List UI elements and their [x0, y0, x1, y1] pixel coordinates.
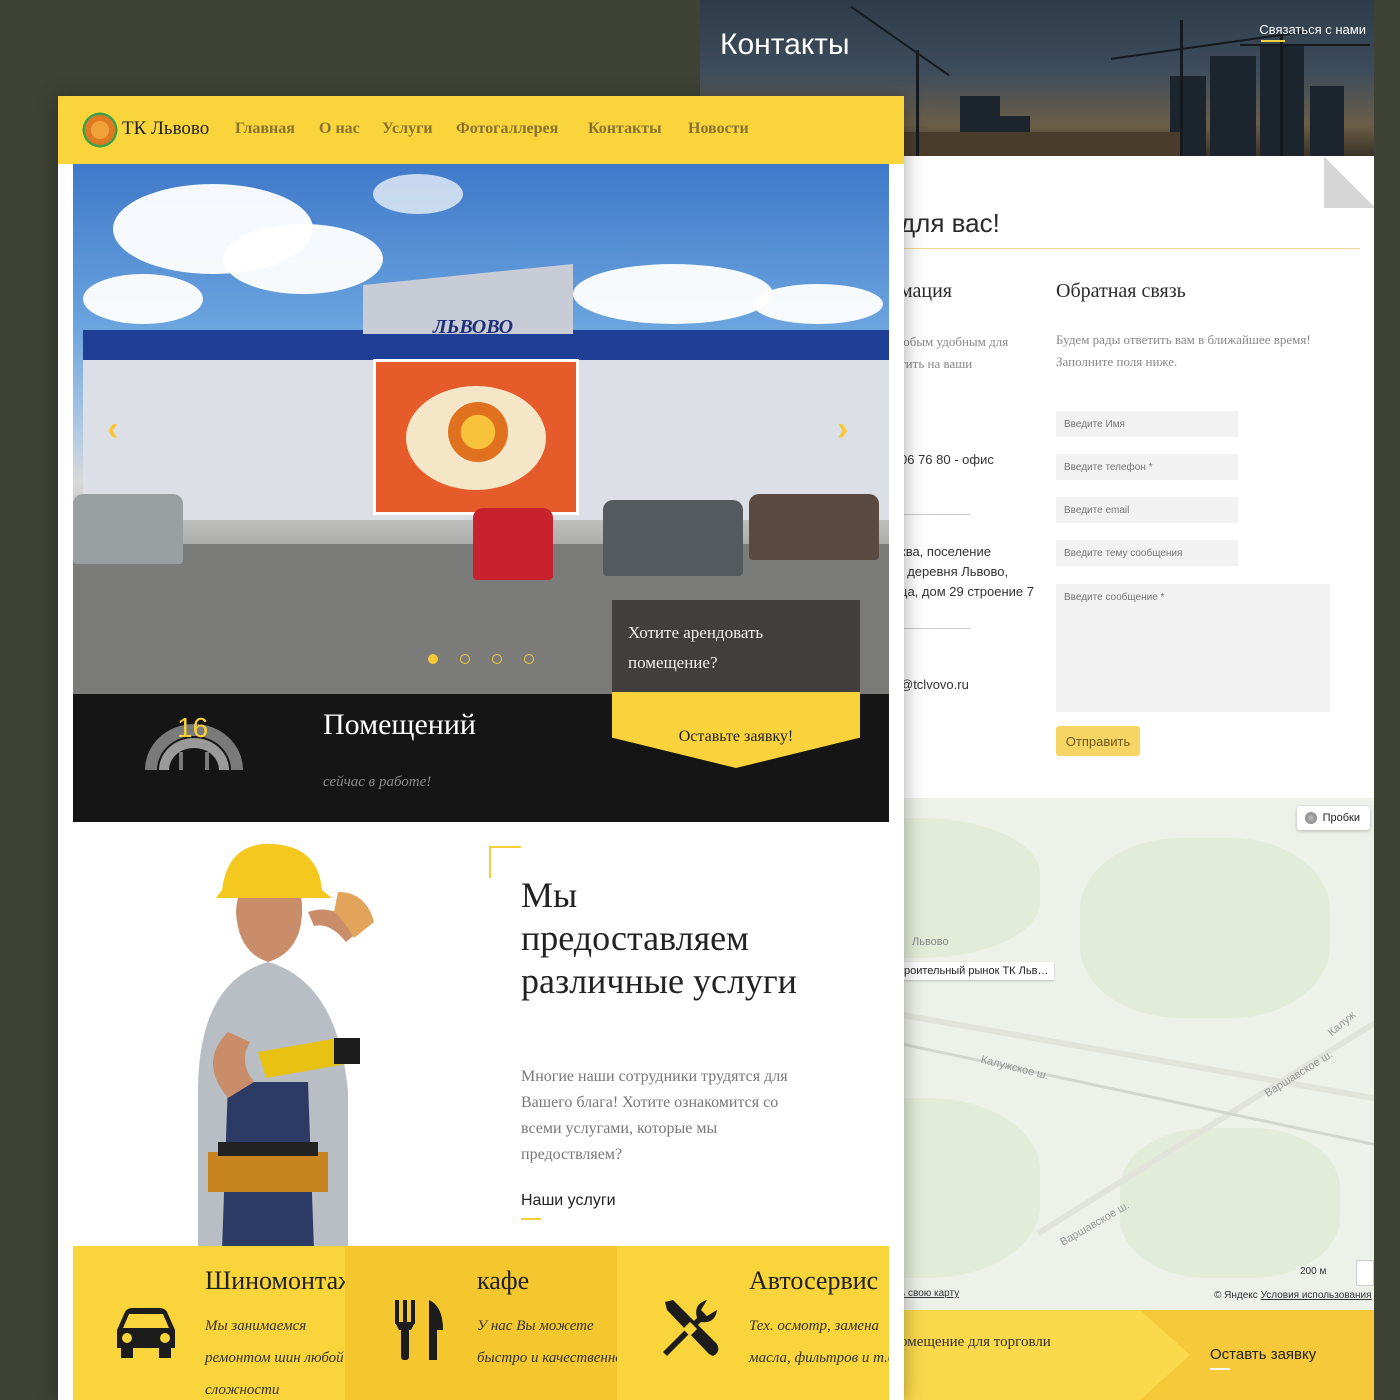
email-field[interactable]: [1056, 497, 1238, 523]
nav-item-about[interactable]: О нас: [319, 120, 360, 138]
map-copyright: © Яндекс Условия использования: [1214, 1290, 1372, 1301]
map-road-label: Калужское ш.: [979, 1053, 1050, 1083]
tools-icon: [663, 1300, 719, 1356]
traffic-icon: [1304, 812, 1317, 824]
stats-title: Помещений: [323, 708, 476, 741]
corner-decoration: [489, 846, 521, 878]
lion-mascot-icon: [448, 402, 508, 462]
nav-item-home[interactable]: Главная: [235, 120, 295, 138]
service-text: Тех. осмотр, замена масла, фильтров и т.…: [749, 1318, 889, 1366]
nav-item-news[interactable]: Новости: [688, 120, 749, 138]
info-text: юбым удобным для тить на ваши: [900, 334, 1009, 371]
logo-text[interactable]: ТК Львово: [122, 118, 209, 140]
name-field[interactable]: [1056, 411, 1238, 437]
cta-button-underline: [1210, 1368, 1230, 1370]
traffic-toggle[interactable]: Пробки: [1296, 806, 1370, 830]
our-services-link[interactable]: Наши услуги: [521, 1192, 616, 1210]
car-icon: [117, 1308, 175, 1358]
info-divider: [900, 514, 970, 515]
send-button[interactable]: Отправить: [1056, 726, 1140, 756]
banner-title: Контакты: [720, 28, 850, 61]
feedback-text: Будем рады ответить вам в ближайшее врем…: [1056, 332, 1311, 369]
service-text: Мы занимаемся ремонтом шин любой сложнос…: [205, 1318, 344, 1398]
contact-link-underline: [1261, 40, 1285, 42]
slider-prev-icon[interactable]: ‹: [107, 410, 118, 449]
rent-box: Хотите арендовать помещение?: [612, 600, 860, 692]
fork-knife-icon: [395, 1300, 443, 1360]
subject-field[interactable]: [1056, 540, 1238, 566]
create-own-map-link[interactable]: ь свою карту: [900, 1288, 959, 1299]
header-bar: ТК Львово Главная О нас Услуги Фотогалле…: [58, 96, 904, 164]
worker-image: [198, 843, 374, 1250]
nav-item-contacts[interactable]: Контакты: [588, 120, 662, 138]
service-card-autoservice[interactable]: Автосервис Тех. осмотр, замена масла, фи…: [617, 1246, 889, 1400]
services-title: Мы предоставляем различные услуги: [521, 875, 797, 1001]
stats-subtitle: сейчас в работе!: [323, 774, 432, 790]
nav-item-gallery[interactable]: Фотогаллерея: [456, 120, 558, 138]
cta-strip-button[interactable]: Оставть заявку: [1210, 1346, 1316, 1363]
copyright-text: © Яндекс: [1214, 1290, 1258, 1301]
feedback-title: Обратная связь: [1056, 280, 1186, 302]
section-heading: для вас!: [900, 208, 1000, 238]
map-scale: 200 м: [1282, 1266, 1331, 1277]
service-text: У нас Вы можете быстро и качественно: [477, 1318, 617, 1366]
info-email[interactable]: @tclvovo.ru: [900, 677, 969, 692]
ruler-icon[interactable]: [1356, 1260, 1374, 1286]
terms-link[interactable]: Условия использования: [1261, 1290, 1372, 1301]
message-field[interactable]: [1056, 584, 1330, 712]
store-mural: [373, 359, 579, 515]
slider-dot[interactable]: [460, 654, 470, 664]
info-title: мация: [900, 280, 953, 302]
main-page: ТК Львово Главная О нас Услуги Фотогалле…: [58, 96, 904, 1400]
request-button-label: Оставьте заявку!: [678, 728, 794, 745]
info-address: ква, поселение , деревня Львово, ца, дом…: [900, 544, 1034, 599]
service-card-cafe[interactable]: кафе У нас Вы можете быстро и качественн…: [345, 1246, 617, 1400]
map-place-label: Львово: [912, 936, 949, 948]
slider-next-icon[interactable]: ›: [837, 410, 848, 449]
nav-item-services[interactable]: Услуги: [382, 120, 433, 138]
traffic-label: Пробки: [1322, 812, 1360, 824]
stats-number: 16: [177, 712, 209, 743]
contact-us-link[interactable]: Связаться с нами: [1259, 22, 1366, 37]
services-link-underline: [521, 1218, 541, 1220]
rent-question: Хотите арендовать помещение?: [628, 623, 764, 672]
slider-dot[interactable]: [524, 654, 534, 664]
cta-strip-text: омещение для торговли: [900, 1334, 1051, 1350]
info-divider: [900, 628, 970, 629]
info-phone: 06 76 80 - офис: [900, 452, 994, 467]
phone-field[interactable]: [1056, 454, 1238, 480]
lion-logo-icon[interactable]: [78, 110, 118, 150]
services-text: Многие наши сотрудники трудятся для Ваше…: [521, 1068, 788, 1163]
slider-dot[interactable]: [428, 654, 438, 664]
heading-divider: [900, 248, 1360, 249]
slider-dot[interactable]: [492, 654, 502, 664]
map-scale-label: 200 м: [1296, 1266, 1331, 1277]
page-fold-decoration: [1324, 156, 1374, 208]
store-sign-text: ЛЬВОВО: [432, 316, 514, 338]
service-card-tires[interactable]: Шиномонтаж Мы занимаемся ремонтом шин лю…: [73, 1246, 345, 1400]
map-marker-label[interactable]: роительный рынок ТК Льв…: [898, 962, 1055, 980]
service-title: Автосервис: [749, 1266, 879, 1295]
service-title: кафе: [477, 1266, 530, 1295]
service-title: Шиномонтаж: [205, 1266, 345, 1295]
